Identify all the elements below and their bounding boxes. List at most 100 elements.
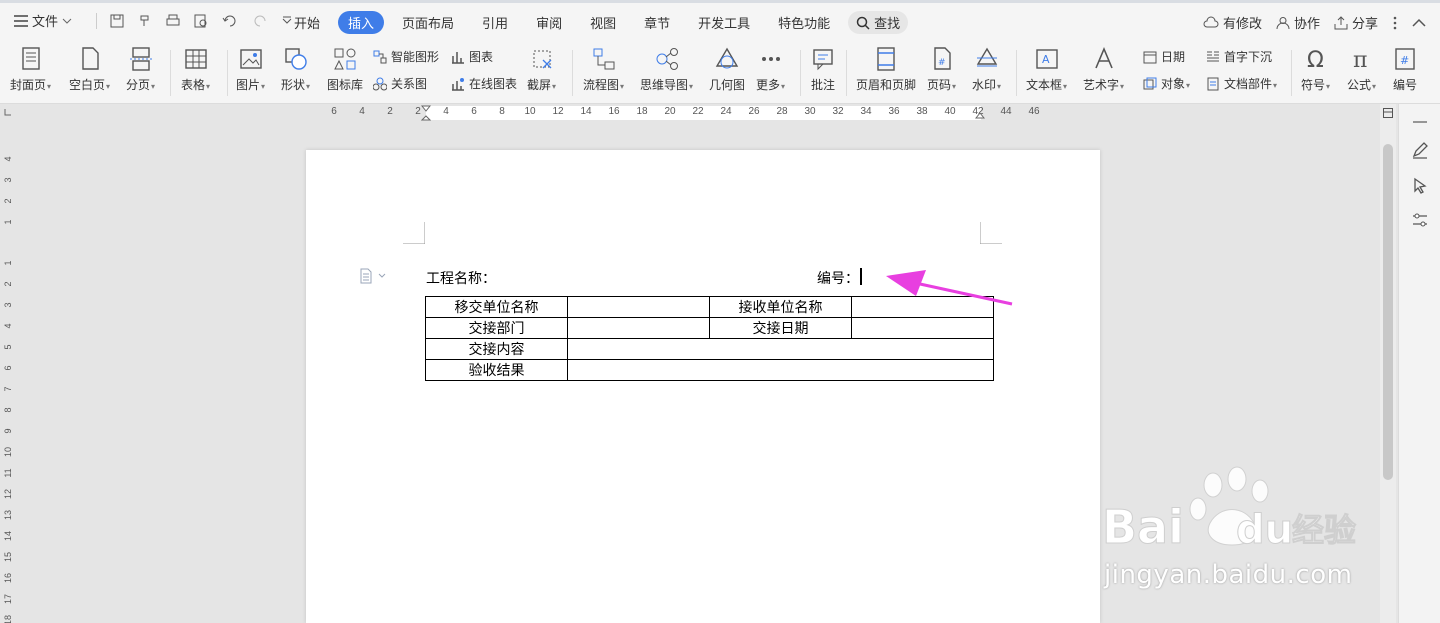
- ruler-tick-label: 36: [888, 106, 900, 117]
- online-chart-label: 在线图表: [469, 77, 518, 91]
- ruler-tick-label: 38: [916, 106, 928, 117]
- search-box[interactable]: 查找: [848, 11, 909, 34]
- tab-insert[interactable]: 插入: [338, 11, 385, 34]
- icon-library-button[interactable]: 图标库: [327, 46, 363, 93]
- table-cell[interactable]: [567, 296, 710, 318]
- table-row: 验收结果: [425, 359, 994, 381]
- online-chart-button[interactable]: 在线图表: [451, 75, 517, 92]
- header-footer-label: 页眉和页脚: [856, 78, 917, 92]
- svg-text:Ω: Ω: [1307, 48, 1324, 72]
- comment-button[interactable]: 批注: [810, 46, 836, 93]
- mind-map-button[interactable]: 思维导图▾: [640, 46, 693, 93]
- ruler-tick-label: 40: [944, 106, 956, 117]
- symbol-button[interactable]: Ω 符号▾: [1301, 46, 1330, 93]
- print-preview-icon[interactable]: [193, 13, 209, 29]
- number-label[interactable]: 编号：: [817, 268, 859, 288]
- print-icon[interactable]: [165, 13, 181, 29]
- modified-button[interactable]: 有修改: [1203, 13, 1262, 32]
- share-button[interactable]: 分享: [1334, 13, 1378, 32]
- ribbon-divider: [227, 50, 228, 96]
- formula-button[interactable]: π 公式▾: [1347, 46, 1376, 93]
- settings-sliders-icon[interactable]: [1410, 210, 1430, 230]
- watermark-icon: [976, 47, 997, 67]
- drop-cap-button[interactable]: 首字下沉: [1206, 48, 1272, 65]
- ruler-tab-icon[interactable]: [4, 108, 12, 116]
- tab-developer[interactable]: 开发工具: [688, 11, 760, 34]
- flowchart-button[interactable]: 流程图▾: [583, 46, 624, 93]
- tab-review[interactable]: 审阅: [526, 11, 572, 34]
- pencil-icon[interactable]: [1410, 140, 1430, 160]
- date-button[interactable]: 日期: [1143, 48, 1185, 65]
- online-chart-icon: [452, 77, 464, 91]
- left-indent-marker-icon[interactable]: [421, 105, 431, 123]
- page-number-button[interactable]: # 页码▾: [927, 46, 956, 93]
- page-break-button[interactable]: 分页▾: [126, 46, 155, 93]
- vertical-ruler[interactable]: 4 3 2 1 1 2 3 4 5 6 7 8 9 10 11 12 13 14 15 16 17 18: [0, 122, 16, 623]
- relation-diagram-button[interactable]: 关系图: [373, 75, 427, 92]
- format-painter-icon[interactable]: [137, 13, 153, 29]
- table-cell[interactable]: [567, 338, 994, 360]
- tab-section[interactable]: 章节: [634, 11, 680, 34]
- paragraph-handle-icon[interactable]: [359, 268, 387, 284]
- table-cell[interactable]: 接收单位名称: [709, 296, 852, 318]
- word-art-icon: [1094, 46, 1113, 69]
- save-icon[interactable]: [109, 13, 125, 29]
- right-indent-marker-icon[interactable]: [975, 112, 985, 122]
- ruler-tick-label: 13: [3, 510, 13, 521]
- tab-view[interactable]: 视图: [580, 11, 626, 34]
- doc-part-button[interactable]: 文档部件▾: [1206, 75, 1277, 92]
- screenshot-button[interactable]: 截屏▾: [527, 46, 556, 93]
- object-label: 对象: [1161, 77, 1186, 91]
- table-button[interactable]: 表格▾: [181, 46, 210, 93]
- header-footer-button[interactable]: 页眉和页脚: [856, 46, 916, 93]
- project-name-label[interactable]: 工程名称：: [426, 268, 496, 288]
- blank-page-button[interactable]: 空白页▾: [69, 46, 110, 93]
- geometry-button[interactable]: 几何图: [709, 46, 745, 93]
- smart-art-button[interactable]: 智能图形: [373, 48, 439, 65]
- table-cell[interactable]: 验收结果: [425, 359, 568, 381]
- table-cell[interactable]: [567, 359, 994, 381]
- more-button[interactable]: 更多▾: [756, 46, 785, 93]
- numbering-button[interactable]: # 编号: [1392, 46, 1418, 93]
- table-cell[interactable]: 移交单位名称: [425, 296, 568, 318]
- vertical-scrollbar[interactable]: [1380, 104, 1396, 623]
- redo-icon[interactable]: [253, 13, 269, 29]
- text-box-button[interactable]: A 文本框▾: [1026, 46, 1067, 93]
- collapse-ribbon-icon[interactable]: [1412, 18, 1426, 28]
- ruler-tick-label: 17: [3, 594, 13, 605]
- table-cell[interactable]: 交接内容: [425, 338, 568, 360]
- file-menu[interactable]: 文件: [14, 11, 72, 30]
- collaborate-button[interactable]: 协作: [1276, 13, 1320, 32]
- picture-button[interactable]: 图片▾: [236, 46, 265, 93]
- object-button[interactable]: 对象▾: [1143, 75, 1190, 92]
- horizontal-ruler[interactable]: 6 4 2 2 4 6 8 10 12 14 16 18 20 22 24 26 28 30 32 34 36 38 40 4…: [0, 104, 1380, 122]
- ruler-tick-label: 34: [860, 106, 872, 117]
- table-cell[interactable]: 交接部门: [425, 317, 568, 339]
- word-art-button[interactable]: 艺术字▾: [1083, 46, 1124, 93]
- cursor-select-icon[interactable]: [1410, 176, 1430, 196]
- watermark-button[interactable]: 水印▾: [972, 46, 1001, 93]
- share-label: 分享: [1351, 16, 1378, 31]
- ribbon-divider: [1291, 50, 1292, 96]
- chart-button[interactable]: 图表: [451, 48, 493, 65]
- ruler-tick-label: 2: [415, 106, 421, 117]
- cover-page-button[interactable]: 封面页▾: [10, 46, 51, 93]
- ribbon-divider: [170, 50, 171, 96]
- more-options-icon[interactable]: [1392, 16, 1398, 30]
- ruler-tick-label: 44: [1000, 106, 1012, 117]
- tab-references[interactable]: 引用: [472, 11, 518, 34]
- table-cell[interactable]: 交接日期: [709, 317, 852, 339]
- screenshot-label: 截屏: [527, 78, 552, 92]
- undo-icon[interactable]: [221, 13, 241, 29]
- split-view-icon[interactable]: [1383, 108, 1393, 118]
- tab-features[interactable]: 特色功能: [768, 11, 840, 34]
- ruler-scale: 6 4 2 2 4 6 8 10 12 14 16 18 20 22 24 26 28 30 32 34 36 38 40 4…: [328, 106, 1080, 120]
- shape-button[interactable]: 形状▾: [281, 46, 310, 93]
- table-cell[interactable]: [567, 317, 710, 339]
- tab-page-layout[interactable]: 页面布局: [392, 11, 464, 34]
- tab-home[interactable]: 开始: [284, 11, 330, 34]
- scrollbar-thumb[interactable]: [1383, 144, 1393, 480]
- minus-icon[interactable]: [1410, 112, 1430, 132]
- table-cell[interactable]: [851, 317, 994, 339]
- document-page[interactable]: 工程名称： 编号： 移交单位名称 接收单位名称 交接部门 交接日期 交接内容 验…: [306, 150, 1100, 623]
